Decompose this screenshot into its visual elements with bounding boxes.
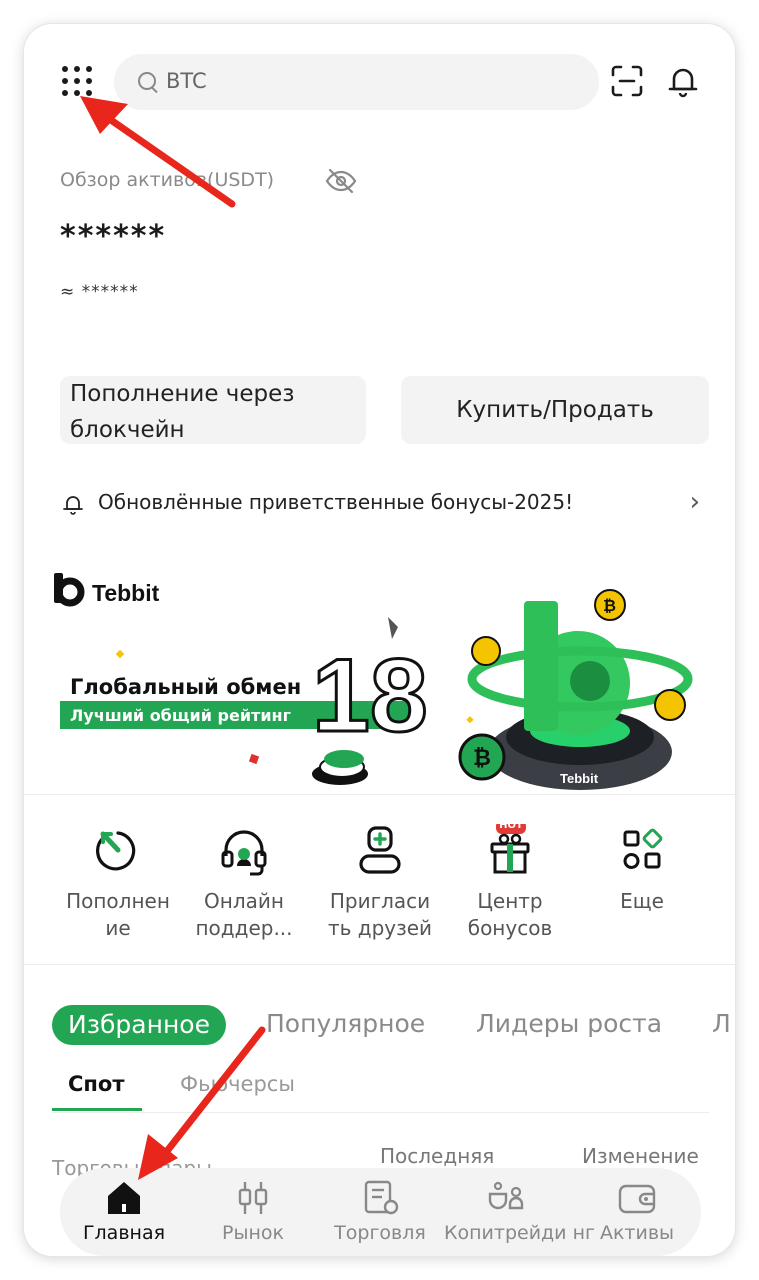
announcement-bar[interactable]: Обновлённые приветственные бонусы-2025! … bbox=[60, 487, 700, 521]
hide-balance-eye-icon[interactable] bbox=[324, 168, 358, 194]
column-change[interactable]: Изменение bbox=[582, 1144, 699, 1168]
quick-invite-friends[interactable]: Пригласи ть друзей bbox=[315, 824, 445, 942]
quick-more[interactable]: Еще bbox=[577, 824, 707, 915]
asset-overview-label: Обзор активов(USDT) bbox=[60, 169, 275, 191]
nav-trade-label: Торговля bbox=[334, 1222, 426, 1244]
wallet-icon bbox=[617, 1178, 657, 1218]
subtab-active-indicator bbox=[52, 1108, 142, 1111]
platform-brand: Tebbit bbox=[560, 771, 599, 786]
nav-home[interactable]: Главная bbox=[62, 1178, 186, 1244]
scan-icon[interactable] bbox=[610, 64, 644, 98]
buy-sell-label: Купить/Продать bbox=[456, 397, 654, 423]
banner-tagline: Лучший общий рейтинг bbox=[70, 706, 291, 725]
announcement-text: Обновлённые приветственные бонусы-2025! bbox=[98, 490, 574, 514]
banner-headline: Глобальный обмен bbox=[70, 675, 301, 699]
announcement-bell-icon bbox=[63, 496, 83, 515]
banner-brand: Tebbit bbox=[92, 580, 160, 606]
quick-bonus-center[interactable]: HOT Центр бонусов bbox=[445, 820, 575, 942]
nav-assets[interactable]: Активы bbox=[575, 1178, 699, 1244]
tab-favorites[interactable]: Избранное bbox=[52, 1005, 226, 1045]
hot-badge: HOT bbox=[499, 820, 523, 831]
notification-bell-icon[interactable] bbox=[666, 64, 700, 98]
quick-invite-friends-label: Пригласи ть друзей bbox=[327, 889, 433, 940]
deposit-icon bbox=[91, 824, 145, 878]
gift-icon: HOT bbox=[483, 820, 537, 878]
app-screen: BTC Обзор активов(USDT) ****** ≈ ****** … bbox=[24, 24, 735, 1256]
nav-market-label: Рынок bbox=[222, 1222, 284, 1244]
quick-online-support-label: Онлайн поддер... bbox=[195, 889, 293, 940]
quick-bonus-center-label: Центр бонусов bbox=[467, 889, 553, 940]
subtab-divider bbox=[52, 1112, 709, 1113]
quick-more-label: Еще bbox=[620, 889, 664, 913]
home-icon bbox=[104, 1178, 144, 1218]
approx-balance: ≈ ****** bbox=[60, 282, 139, 302]
section-divider bbox=[24, 794, 735, 795]
section-divider bbox=[24, 964, 735, 965]
more-icon bbox=[615, 824, 669, 878]
column-last[interactable]: Последняя bbox=[380, 1144, 494, 1168]
tab-next[interactable]: Л bbox=[712, 1009, 731, 1038]
banner-number: 18 bbox=[312, 638, 428, 754]
deposit-blockchain-button[interactable]: Пополнение через блокчейн bbox=[60, 376, 366, 444]
nav-copytrading[interactable]: Копитрейди нг bbox=[444, 1178, 595, 1244]
subtab-futures[interactable]: Фьючерсы bbox=[180, 1072, 295, 1096]
svg-text:₿: ₿ bbox=[603, 597, 616, 615]
search-icon bbox=[138, 72, 156, 90]
copytrade-icon bbox=[486, 1178, 526, 1218]
invite-icon bbox=[353, 824, 407, 878]
apps-menu-icon[interactable] bbox=[60, 64, 94, 98]
headset-icon bbox=[217, 824, 271, 878]
tebbit-logo-icon bbox=[54, 573, 85, 607]
search-placeholder: BTC bbox=[166, 69, 207, 93]
buy-sell-button[interactable]: Купить/Продать bbox=[401, 376, 709, 444]
quick-online-support[interactable]: Онлайн поддер... bbox=[179, 824, 309, 942]
svg-text:₿: ₿ bbox=[473, 745, 491, 770]
nav-market[interactable]: Рынок bbox=[191, 1178, 315, 1244]
trade-icon bbox=[360, 1178, 400, 1218]
nav-assets-label: Активы bbox=[599, 1222, 675, 1244]
tab-popular[interactable]: Популярное bbox=[266, 1009, 425, 1038]
total-balance: ****** bbox=[60, 219, 167, 254]
nav-trade[interactable]: Торговля bbox=[318, 1178, 442, 1244]
subtab-spot[interactable]: Спот bbox=[68, 1072, 125, 1096]
tab-top-gainers[interactable]: Лидеры роста bbox=[476, 1009, 662, 1038]
search-input[interactable]: BTC bbox=[114, 54, 599, 110]
candles-icon bbox=[233, 1178, 273, 1218]
nav-home-label: Главная bbox=[82, 1222, 166, 1244]
promo-banner[interactable]: Tebbit Глобальный обмен Лучший общий рей… bbox=[24, 559, 735, 799]
quick-deposit[interactable]: Пополнен ие bbox=[53, 824, 183, 942]
nav-copytrading-label: Копитрейди нг bbox=[444, 1222, 595, 1244]
chevron-right-icon: › bbox=[689, 487, 700, 517]
bottom-navigation: Главная Рынок Торговля Копитрейди нг Акт… bbox=[60, 1168, 701, 1256]
quick-deposit-label: Пополнен ие bbox=[66, 889, 170, 940]
